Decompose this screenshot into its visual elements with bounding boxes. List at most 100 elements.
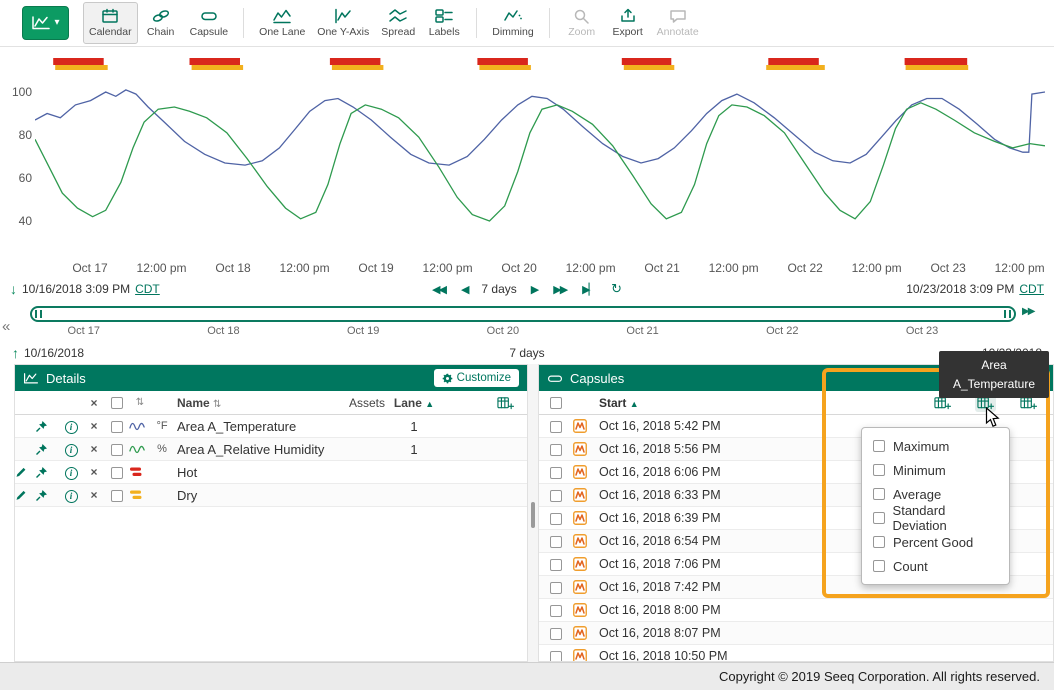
trend-view-button[interactable]: ▾: [22, 6, 69, 40]
item-name[interactable]: Area A_Temperature: [173, 419, 339, 434]
series-area-a-relative-humidity[interactable]: [35, 103, 1045, 221]
capsule-bar-hot[interactable]: [190, 58, 241, 65]
capsule-checkbox[interactable]: [550, 582, 562, 594]
capsule-bar-hot[interactable]: [53, 58, 103, 65]
capsule-row[interactable]: Oct 16, 2018 10:50 PM: [539, 645, 1053, 662]
step-back-many-button[interactable]: ◀◀: [430, 283, 447, 296]
table-row[interactable]: i × Hot: [15, 461, 527, 484]
arrow-down-icon[interactable]: ↓: [10, 281, 17, 297]
row-checkbox[interactable]: [111, 467, 123, 479]
name-column-header[interactable]: Name: [177, 396, 210, 410]
timeline-range-selector[interactable]: [30, 306, 1016, 322]
row-checkbox[interactable]: [111, 490, 123, 502]
capsule-bar-dry[interactable]: [766, 65, 825, 70]
refresh-icon[interactable]: ↻: [609, 281, 624, 297]
count-checkbox[interactable]: [873, 560, 885, 572]
info-icon[interactable]: i: [65, 421, 78, 434]
capsule-checkbox[interactable]: [550, 467, 562, 479]
table-row[interactable]: i × °F Area A_Temperature 1: [15, 415, 527, 438]
panel-resize-handle[interactable]: [531, 502, 535, 528]
menu-item-standard-deviation[interactable]: Standard Deviation: [862, 506, 1009, 530]
capsule-bar-dry[interactable]: [192, 65, 244, 70]
start-column-header[interactable]: Start: [599, 396, 626, 410]
remove-item-icon[interactable]: ×: [83, 488, 105, 502]
series-area-a-temperature[interactable]: [35, 90, 1045, 165]
collapse-left-icon[interactable]: «: [2, 318, 10, 335]
capsule-bar-dry[interactable]: [624, 65, 675, 70]
step-forward-button[interactable]: ▶: [529, 283, 539, 296]
item-name[interactable]: Area A_Relative Humidity: [173, 442, 339, 457]
lane-column-header[interactable]: Lane: [394, 396, 422, 410]
menu-item-maximum[interactable]: Maximum: [862, 434, 1009, 458]
capsule-checkbox[interactable]: [550, 490, 562, 502]
investigate-duration[interactable]: 7 days: [509, 346, 544, 360]
range-handle-left[interactable]: [35, 310, 42, 318]
customize-button[interactable]: Customize: [434, 369, 519, 387]
step-forward-many-button[interactable]: ▶▶: [551, 283, 568, 296]
capsule-checkbox[interactable]: [550, 421, 562, 433]
capsule-bar-hot[interactable]: [622, 58, 672, 65]
pin-icon[interactable]: [35, 466, 59, 479]
timezone-link[interactable]: CDT: [135, 282, 160, 296]
step-back-button[interactable]: ◀: [459, 283, 469, 296]
range-handle-right[interactable]: [1004, 310, 1011, 318]
capsule-bar-dry[interactable]: [55, 65, 107, 70]
remove-item-icon[interactable]: ×: [83, 419, 105, 433]
toolbar-button-spread[interactable]: Spread: [375, 2, 421, 44]
toolbar-button-one-lane[interactable]: One Lane: [253, 2, 311, 44]
capsule-row[interactable]: Oct 16, 2018 8:00 PM: [539, 599, 1053, 622]
capsule-checkbox[interactable]: [550, 513, 562, 525]
range-start-value[interactable]: 10/16/2018 3:09 PM: [22, 282, 130, 296]
toolbar-button-chain[interactable]: Chain: [138, 2, 184, 44]
chart-plot-area[interactable]: [35, 57, 1045, 257]
timezone-link[interactable]: CDT: [1019, 282, 1044, 296]
select-all-capsules-checkbox[interactable]: [550, 397, 562, 409]
edit-pencil-icon[interactable]: [15, 489, 35, 501]
capsule-checkbox[interactable]: [550, 559, 562, 571]
arrow-up-icon[interactable]: ↑: [12, 345, 19, 361]
add-statistics-column-button[interactable]: [497, 396, 527, 410]
remove-item-icon[interactable]: ×: [83, 442, 105, 456]
maximum-checkbox[interactable]: [873, 440, 885, 452]
capsule-checkbox[interactable]: [550, 444, 562, 456]
capsule-checkbox[interactable]: [550, 628, 562, 640]
capsule-row[interactable]: Oct 16, 2018 8:07 PM: [539, 622, 1053, 645]
remove-item-icon[interactable]: ×: [83, 465, 105, 479]
menu-item-percent-good[interactable]: Percent Good: [862, 530, 1009, 554]
toolbar-button-dimming[interactable]: Dimming: [486, 2, 539, 44]
minimum-checkbox[interactable]: [873, 464, 885, 476]
capsule-bar-hot[interactable]: [905, 58, 968, 65]
menu-item-minimum[interactable]: Minimum: [862, 458, 1009, 482]
capsule-bar-dry[interactable]: [332, 65, 384, 70]
step-to-end-button[interactable]: ▶▏: [580, 283, 597, 296]
remove-all-icon[interactable]: ×: [83, 396, 105, 410]
toolbar-button-labels[interactable]: Labels: [421, 2, 467, 44]
menu-item-count[interactable]: Count: [862, 554, 1009, 578]
standard-deviation-checkbox[interactable]: [873, 512, 885, 524]
row-checkbox[interactable]: [111, 421, 123, 433]
pin-icon[interactable]: [35, 489, 59, 502]
toolbar-button-capsule[interactable]: Capsule: [184, 2, 235, 44]
toolbar-button-one-y-axis[interactable]: One Y-Axis: [311, 2, 375, 44]
row-checkbox[interactable]: [111, 444, 123, 456]
capsule-checkbox[interactable]: [550, 651, 562, 662]
table-row[interactable]: i × % Area A_Relative Humidity 1: [15, 438, 527, 461]
capsule-checkbox[interactable]: [550, 536, 562, 548]
sort-name-icon[interactable]: ⇅: [213, 399, 221, 410]
trend-chart[interactable]: 100806040 Oct 1712:00 pmOct 1812:00 pmOc…: [0, 47, 1054, 278]
duration-label[interactable]: 7 days: [481, 282, 516, 296]
capsule-bar-hot[interactable]: [330, 58, 381, 65]
info-icon[interactable]: i: [65, 490, 78, 503]
sort-type-icon[interactable]: ⇅: [129, 397, 151, 408]
table-row[interactable]: i × Dry: [15, 484, 527, 507]
assets-column-header[interactable]: Assets: [339, 396, 389, 410]
pin-icon[interactable]: [35, 443, 59, 456]
jump-forward-icon[interactable]: ▶▶: [1022, 306, 1033, 317]
average-checkbox[interactable]: [873, 488, 885, 500]
item-name[interactable]: Hot: [173, 465, 339, 480]
edit-pencil-icon[interactable]: [15, 466, 35, 478]
toolbar-button-export[interactable]: Export: [605, 2, 651, 44]
info-icon[interactable]: i: [65, 444, 78, 457]
capsule-checkbox[interactable]: [550, 605, 562, 617]
item-name[interactable]: Dry: [173, 488, 339, 503]
